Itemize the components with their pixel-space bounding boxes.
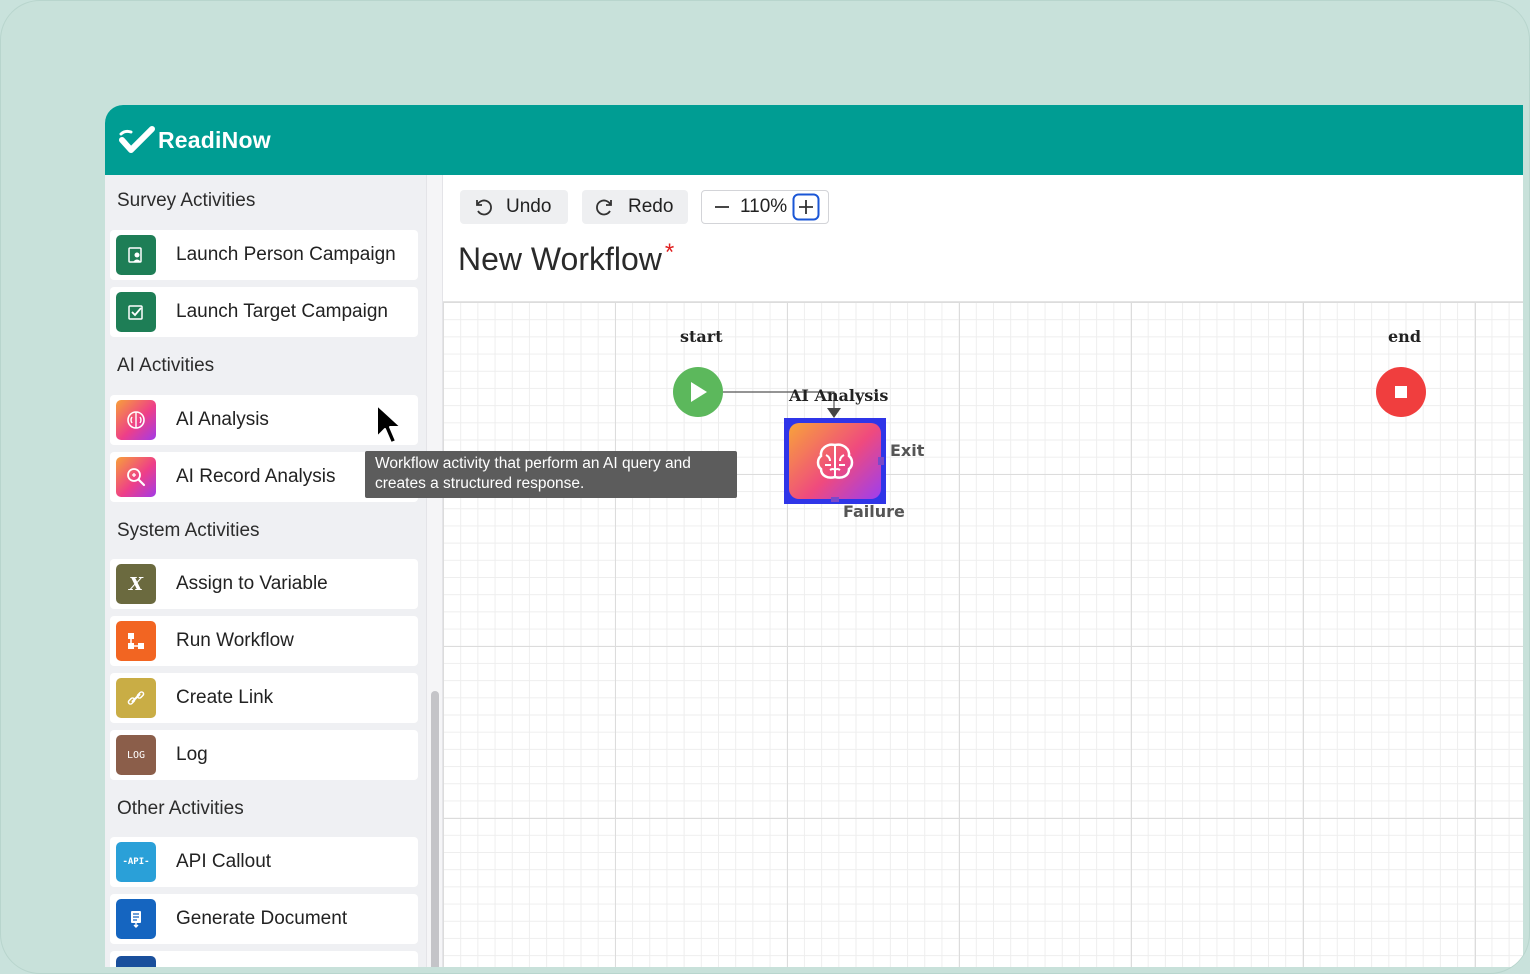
palette-item-log[interactable]: LOG Log bbox=[110, 730, 418, 780]
zoom-level: 110% bbox=[740, 196, 788, 217]
workflow-title[interactable]: New Workflow * bbox=[458, 239, 675, 278]
zoom-out-button[interactable] bbox=[712, 197, 732, 217]
palette-item-label: Launch Person Campaign bbox=[176, 244, 396, 265]
palette-item-label: Launch Target Campaign bbox=[176, 301, 388, 322]
connector-arrowhead bbox=[827, 408, 841, 418]
palette-item-api-callout[interactable]: -API- API Callout bbox=[110, 837, 418, 887]
app-window: ReadiNow Survey Activities Launch Person… bbox=[105, 105, 1523, 967]
palette-item-label: Log bbox=[176, 744, 208, 765]
stop-icon bbox=[1395, 386, 1407, 398]
target-campaign-icon bbox=[116, 292, 156, 332]
section-title-survey: Survey Activities bbox=[117, 190, 256, 211]
activity-palette: Survey Activities Launch Person Campaign… bbox=[105, 175, 426, 967]
zoom-control: 110% bbox=[701, 190, 829, 224]
palette-item-run-workflow[interactable]: Run Workflow bbox=[110, 616, 418, 666]
scrollbar-thumb[interactable] bbox=[431, 691, 439, 967]
workflow-title-text: New Workflow bbox=[458, 241, 662, 277]
link-icon bbox=[116, 678, 156, 718]
zoom-in-button[interactable] bbox=[792, 193, 820, 221]
palette-item-label: Run Workflow bbox=[176, 630, 294, 651]
palette-item-label: Assign to Variable bbox=[176, 573, 328, 594]
log-icon: LOG bbox=[116, 735, 156, 775]
palette-item-label: API Callout bbox=[176, 851, 272, 872]
section-title-other: Other Activities bbox=[117, 798, 244, 819]
palette-item-partial[interactable] bbox=[110, 951, 418, 967]
redo-button[interactable]: Redo bbox=[582, 190, 688, 224]
variable-x-icon: X bbox=[116, 564, 156, 604]
palette-item-generate-document[interactable]: Generate Document bbox=[110, 894, 418, 944]
failure-port[interactable] bbox=[831, 497, 839, 502]
redo-label: Redo bbox=[628, 196, 674, 217]
undo-icon bbox=[476, 199, 492, 216]
tooltip-line: Workflow activity that perform an AI que… bbox=[375, 455, 691, 472]
ai-analysis-node[interactable] bbox=[784, 418, 886, 504]
ai-node-body bbox=[789, 423, 881, 499]
palette-item-launch-target-campaign[interactable]: Launch Target Campaign bbox=[110, 287, 418, 337]
section-title-system: System Activities bbox=[117, 520, 260, 541]
palette-item-label: AI Analysis bbox=[176, 409, 269, 430]
undo-label: Undo bbox=[506, 196, 552, 217]
workflow-canvas[interactable]: start end AI Analysis Exit Failure bbox=[443, 301, 1523, 967]
api-icon: -API- bbox=[116, 842, 156, 882]
brain-icon bbox=[116, 400, 156, 440]
palette-item-assign-to-variable[interactable]: X Assign to Variable bbox=[110, 559, 418, 609]
checkmark-logo-icon bbox=[119, 126, 155, 153]
section-title-ai: AI Activities bbox=[117, 355, 215, 376]
workflow-editor: Undo Redo 110% New Workflow* start end bbox=[443, 175, 1523, 967]
sidebar-scrollbar[interactable] bbox=[426, 175, 443, 967]
person-campaign-icon bbox=[116, 235, 156, 275]
palette-item-label: Generate Document bbox=[176, 908, 348, 929]
document-icon bbox=[116, 899, 156, 939]
palette-item-create-link[interactable]: Create Link bbox=[110, 673, 418, 723]
palette-item-label: AI Record Analysis bbox=[176, 466, 336, 487]
activity-icon bbox=[116, 956, 156, 967]
mouse-cursor-icon bbox=[376, 404, 402, 444]
redo-icon bbox=[596, 199, 612, 216]
palette-item-launch-person-campaign[interactable]: Launch Person Campaign bbox=[110, 230, 418, 280]
unsaved-indicator: * bbox=[664, 239, 675, 266]
connector-layer bbox=[673, 367, 1426, 418]
brain-icon bbox=[816, 443, 854, 479]
palette-item-tooltip: Workflow activity that perform an AI que… bbox=[365, 451, 737, 498]
palette-item-label: Create Link bbox=[176, 687, 274, 708]
exit-port-label: Exit bbox=[890, 441, 925, 460]
logo-text: ReadiNow bbox=[158, 126, 271, 153]
window-frame: ReadiNow Survey Activities Launch Person… bbox=[0, 0, 1530, 974]
exit-port[interactable] bbox=[878, 457, 884, 465]
palette-item-ai-analysis[interactable]: AI Analysis bbox=[110, 395, 418, 445]
ai-node-label: AI Analysis bbox=[789, 386, 889, 405]
workflow-icon bbox=[116, 621, 156, 661]
failure-port-label: Failure bbox=[843, 502, 905, 521]
logo[interactable]: ReadiNow bbox=[119, 125, 271, 155]
tooltip-line: creates a structured response. bbox=[375, 475, 585, 492]
record-search-icon bbox=[116, 457, 156, 497]
undo-button[interactable]: Undo bbox=[460, 190, 568, 224]
app-header: ReadiNow bbox=[105, 105, 1523, 175]
